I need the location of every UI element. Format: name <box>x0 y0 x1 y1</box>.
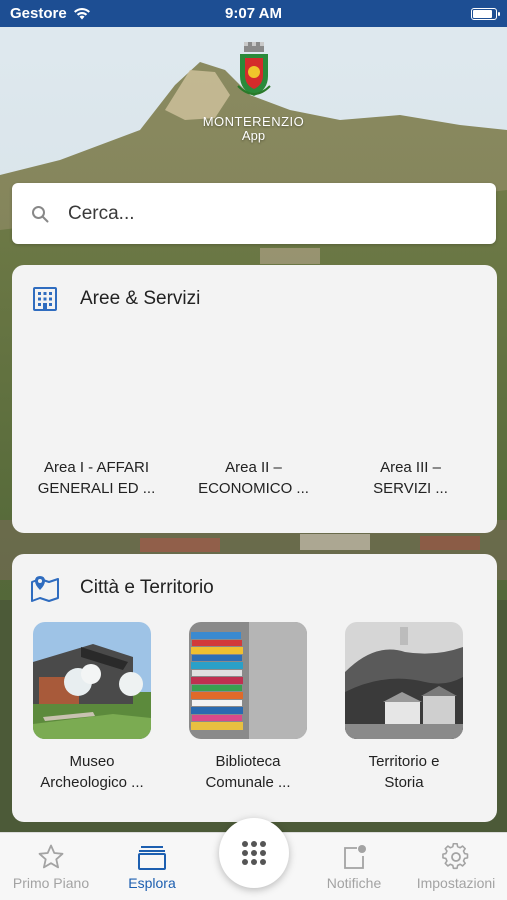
logo-name: MONTERENZIO <box>202 114 305 129</box>
search-bar[interactable] <box>12 183 496 244</box>
gear-icon <box>442 843 469 870</box>
territory-item-line2: Storia <box>384 774 424 791</box>
carrier-label: Gestore <box>10 5 67 22</box>
territory-item[interactable]: Biblioteca Comunale ... <box>170 622 326 793</box>
tab-label: Notifiche <box>326 875 382 891</box>
cards-icon <box>138 846 166 870</box>
areas-title: Aree & Servizi <box>80 288 201 309</box>
territory-item-line2: Comunale ... <box>205 774 291 791</box>
map-pin-icon <box>31 576 59 602</box>
museum-photo <box>33 622 151 739</box>
tab-impostazioni[interactable]: Impostazioni <box>406 841 506 891</box>
building-icon <box>33 287 57 311</box>
town-crest-icon <box>236 42 271 96</box>
menu-grid-button[interactable] <box>219 818 289 888</box>
star-icon <box>38 844 64 869</box>
area-item-line2: ECONOMICO ... <box>198 480 309 497</box>
grid-dots-icon <box>242 841 266 865</box>
territory-item[interactable]: Museo Archeologico ... <box>14 622 170 793</box>
logo-subtitle: App <box>241 128 266 143</box>
historic-photo <box>345 622 463 739</box>
search-icon <box>32 205 49 222</box>
territory-title: Città e Territorio <box>80 577 214 598</box>
area-item[interactable]: Area II – ECONOMICO ... <box>176 457 331 499</box>
wifi-icon <box>73 7 90 20</box>
territory-item-line1: Biblioteca <box>215 753 281 770</box>
books-photo <box>189 622 307 739</box>
tab-label: Impostazioni <box>416 875 496 891</box>
area-item[interactable]: Area III – SERVIZI ... <box>333 457 488 499</box>
area-item-line1: Area I - AFFARI <box>43 459 150 476</box>
territory-item[interactable]: Territorio e Storia <box>326 622 482 793</box>
territory-item-line2: Archeologico ... <box>40 774 144 791</box>
app-logo: MONTERENZIO App <box>0 42 507 143</box>
tab-primo-piano[interactable]: Primo Piano <box>1 841 101 891</box>
tab-esplora[interactable]: Esplora <box>102 841 202 891</box>
areas-card: Aree & Servizi Area I - AFFARI GENERALI … <box>12 265 497 533</box>
search-input[interactable] <box>68 202 448 225</box>
battery-icon <box>471 7 500 20</box>
status-bar: Gestore 9:07 AM <box>0 0 507 27</box>
tab-label: Esplora <box>128 875 176 891</box>
area-item-line1: Area III – <box>380 459 441 476</box>
territory-item-line1: Museo <box>69 753 115 770</box>
area-item-line1: Area II – <box>225 459 282 476</box>
territory-card: Città e Territorio Museo Archeologico ..… <box>12 554 497 822</box>
area-item-line2: GENERALI ED ... <box>37 480 156 497</box>
notification-icon <box>344 845 366 869</box>
tab-label: Primo Piano <box>12 875 90 891</box>
area-item[interactable]: Area I - AFFARI GENERALI ED ... <box>19 457 174 499</box>
tab-notifiche[interactable]: Notifiche <box>304 841 404 891</box>
territory-item-line1: Territorio e <box>368 753 440 770</box>
area-item-line2: SERVIZI ... <box>373 480 448 497</box>
